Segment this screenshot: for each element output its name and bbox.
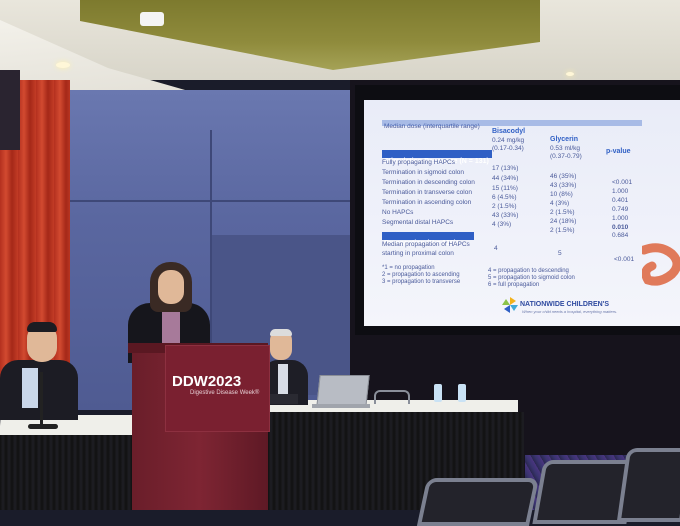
slide-row-gly: 43 (33%) <box>550 182 577 189</box>
slide-row-gly: 4 (3%) <box>550 200 570 207</box>
slide-row-p: 0.684 <box>612 232 629 239</box>
slide-dose-glycerin-iqr: (0.37-0.79) <box>550 153 582 160</box>
slide-row-label: Fully propagating HAPCs <box>382 159 455 166</box>
slide-prop-line1: Median propagation of HAPCs <box>382 241 470 248</box>
slide-col-pvalue: p-value <box>606 148 631 155</box>
slide-footnote-right: 4 = propagation to descending <box>488 268 569 274</box>
slide-row-bis: 17 (13%) <box>492 165 519 172</box>
slide-row-bis: 43 (33%) <box>492 212 519 219</box>
slide-row-label: Termination in transverse colon <box>382 189 472 196</box>
ceiling-light <box>566 72 574 76</box>
slide-col-glycerin: Glycerin <box>550 136 579 143</box>
slide-row-label: Segmental distal HAPCs <box>382 219 454 226</box>
projection-screen: Median dose (interquartile range) Bisaco… <box>364 100 680 326</box>
slide-row-label: No HAPCs <box>382 209 414 216</box>
laptop-base <box>312 404 370 408</box>
panelist-left-hair <box>27 322 57 332</box>
slide-prop-header-bar: Propagation (N = 125)* <box>382 232 474 247</box>
ceiling-light <box>56 62 70 68</box>
slide-row-gly: 24 (18%) <box>550 218 577 225</box>
slide-footnote-right: 6 = full propagation <box>488 282 540 288</box>
slide-row-gly: 10 (8%) <box>550 191 573 198</box>
slide-row-bis: 6 (4.5%) <box>492 194 517 201</box>
nationwide-childrens-logo: NATIONWIDE CHILDREN'S When your child ne… <box>502 297 617 321</box>
curtain-shadow <box>0 70 20 150</box>
slide-prop-gly: 5 <box>558 250 562 257</box>
audience-chair <box>616 448 680 522</box>
slide-row-p: 0.010 <box>612 224 629 231</box>
logo-tagline: When your child needs a hospital, everyt… <box>522 309 618 314</box>
logo-text: NATIONWIDE CHILDREN'S <box>520 301 610 308</box>
slide-dose-bisacodyl-iqr: (0.17-0.34) <box>492 145 524 152</box>
panelist-left-shirt <box>22 368 38 408</box>
laptop-2 <box>268 394 298 404</box>
slide-row-gly: 2 (1.5%) <box>550 209 575 216</box>
microphone-base <box>28 424 58 429</box>
speaker-scarf <box>162 308 180 348</box>
speaker-face <box>158 270 184 304</box>
water-bottle <box>434 384 442 402</box>
slide-stim-header-bar: Stimulation Response (N = 131) <box>382 150 492 165</box>
podium-logo-text: DDW2023 <box>172 373 242 390</box>
slide-prop-bis: 4 <box>494 245 498 252</box>
microphone-stand <box>40 372 43 427</box>
slide-row-gly: 2 (1.5%) <box>550 227 575 234</box>
slide-header-bar <box>382 120 642 126</box>
slide-row-bis: 4 (3%) <box>492 221 512 228</box>
slide-row-label: Termination in ascending colon <box>382 199 472 206</box>
slide-row-p: 0.749 <box>612 206 629 213</box>
slide-row-bis: 2 (1.5%) <box>492 203 517 210</box>
slide-footnote-left: 3 = propagation to transverse <box>382 279 461 285</box>
water-bottle <box>458 384 466 402</box>
slide-row-label: Termination in descending colon <box>382 179 475 186</box>
slide-row-label: Termination in sigmoid colon <box>382 169 465 176</box>
slide-footnote-left: *1 = no propagation <box>382 265 435 271</box>
slide-prop-p: <0.001 <box>614 256 635 263</box>
audience-chair <box>416 478 540 526</box>
smoke-detector <box>140 12 164 26</box>
slide-prop-line2: starting in proximal colon <box>382 250 454 257</box>
slide-col-bisacodyl: Bisacodyl <box>492 128 526 135</box>
slide-footnote-left: 2 = propagation to ascending <box>382 272 460 278</box>
panelist-right-hair <box>270 329 292 336</box>
slide-row-p: 0.401 <box>612 197 629 204</box>
slide-dose-bisacodyl: 0.24 mg/kg <box>492 137 525 144</box>
pinwheel-icon <box>502 297 518 313</box>
slide-row-p: 1.000 <box>612 215 629 222</box>
slide-row-p: <0.001 <box>612 179 633 186</box>
podium-subtitle: Digestive Disease Week® <box>190 390 260 396</box>
wall-panel-line <box>40 200 350 202</box>
slide-row-p: 1.000 <box>612 188 629 195</box>
colon-illustration-icon <box>642 243 680 286</box>
slide-dose-glycerin: 0.53 ml/kg <box>550 145 580 152</box>
laptop <box>316 375 370 407</box>
panelist-left-body <box>0 360 78 420</box>
slide-footnote-right: 5 = propagation to sigmoid colon <box>488 275 575 281</box>
chair-back <box>374 390 410 404</box>
slide-row-bis: 15 (11%) <box>492 185 518 192</box>
slide-row-gly: 46 (35%) <box>550 173 577 180</box>
slide-row-bis: 44 (34%) <box>492 175 519 182</box>
panelist-right-shirt <box>278 364 288 394</box>
